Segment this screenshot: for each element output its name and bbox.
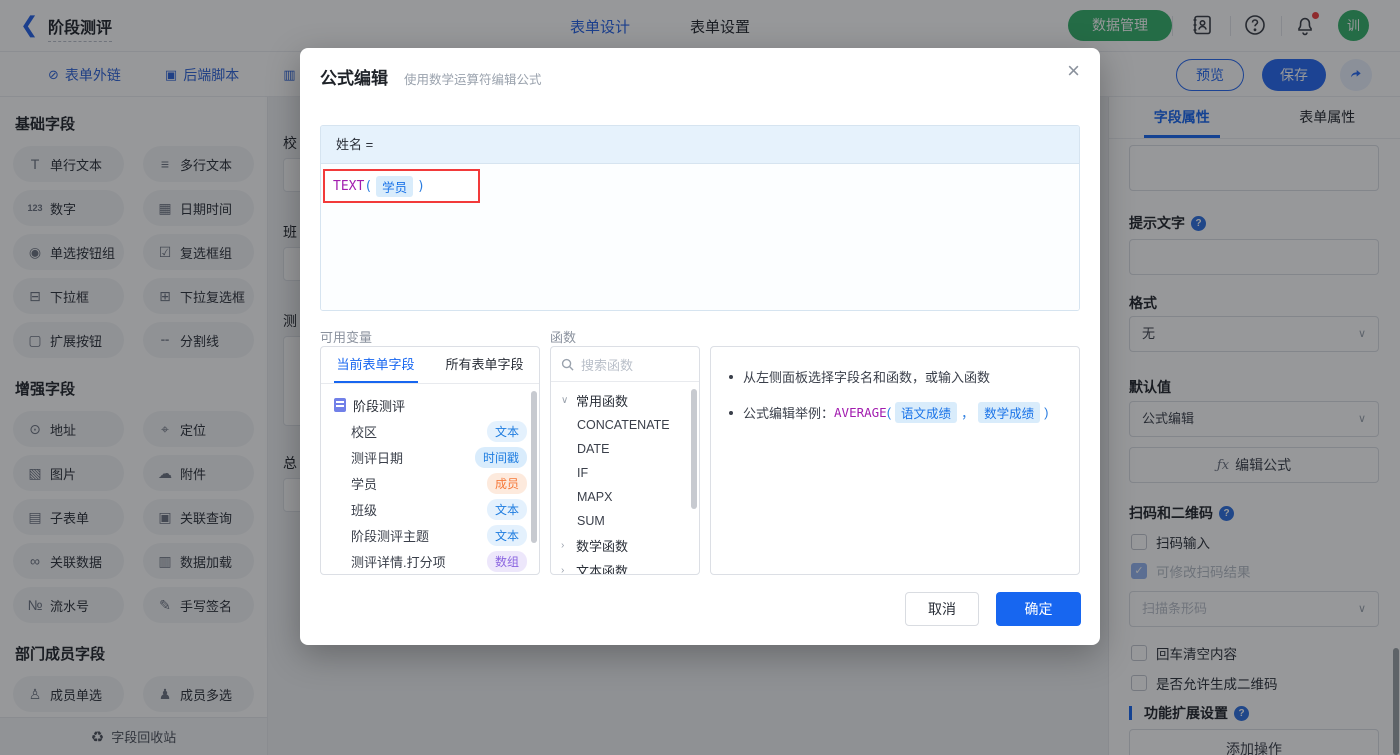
variable-type-badge: 文本 — [486, 420, 527, 442]
function-group-文本函数[interactable]: › 文本函数 — [551, 558, 699, 575]
caret-right-icon: › — [561, 540, 565, 551]
caret-right-icon: › — [561, 565, 565, 575]
variable-type-badge: 数组 — [486, 550, 527, 572]
help-line-1: 从左侧面板选择字段名和函数，或输入函数 — [729, 367, 1061, 386]
variable-item-校区[interactable]: 校区 文本 — [321, 418, 539, 444]
variable-root-label: 阶段测评 — [353, 398, 406, 414]
modal-subtitle: 使用数学运算符编辑公式 — [404, 73, 542, 87]
caret-down-icon: ∨ — [561, 395, 569, 406]
variable-root-node[interactable]: 阶段测评 — [321, 392, 539, 418]
variable-name: 学员 — [351, 476, 378, 492]
functions-box: 搜索函数 ∨ 常用函数 CONCATENATE DATE IF MAPX SUM › 数学函数 ›… — [550, 346, 700, 575]
variable-name: 测评详情.打分项 — [351, 554, 446, 570]
function-search-input[interactable]: 搜索函数 — [551, 347, 699, 382]
search-icon — [561, 358, 574, 371]
formula-help-box: 从左侧面板选择字段名和函数，或输入函数 公式编辑举例： AVERAGE(语文成绩… — [710, 346, 1080, 575]
formula-input-area[interactable]: TEXT(学员) — [321, 164, 1079, 310]
form-doc-icon — [334, 398, 346, 412]
variable-name: 校区 — [351, 424, 378, 440]
bullet-icon — [729, 410, 733, 415]
variable-name: 阶段测评主题 — [351, 528, 430, 544]
search-placeholder: 搜索函数 — [581, 357, 634, 373]
function-group-label: 数学函数 — [576, 539, 629, 554]
function-item-DATE[interactable]: DATE — [551, 437, 699, 461]
function-group-数学函数[interactable]: › 数学函数 — [551, 533, 699, 558]
app-root: ❮ 阶段测评 表单设计表单设置 数据管理 训 ⊘表单外链▣后端脚本▥数据权 预览… — [0, 0, 1400, 755]
variables-scrollbar[interactable] — [531, 391, 537, 543]
variable-type-badge: 成员 — [486, 472, 527, 494]
field-chip: 学员 — [376, 175, 414, 197]
variable-type-badge: 文本 — [486, 498, 527, 520]
formula-function: TEXT — [333, 178, 365, 194]
variables-tabs: 当前表单字段 所有表单字段 — [321, 347, 539, 384]
functions-label: 函数 — [550, 330, 577, 345]
variables-label: 可用变量 — [320, 330, 373, 345]
variable-item-测评详情.打分项[interactable]: 测评详情.打分项 数组 — [321, 548, 539, 574]
formula-target-label: 姓名 = — [321, 126, 1079, 164]
function-item-MAPX[interactable]: MAPX — [551, 485, 699, 509]
variables-tab-all[interactable]: 所有表单字段 — [430, 347, 539, 383]
variable-type-badge: 时间戳 — [474, 446, 527, 468]
variable-item-学员[interactable]: 学员 成员 — [321, 470, 539, 496]
function-group-label: 文本函数 — [576, 564, 629, 575]
function-item-CONCATENATE[interactable]: CONCATENATE — [551, 413, 699, 437]
variables-tab-current[interactable]: 当前表单字段 — [321, 347, 430, 383]
variable-name: 测评日期 — [351, 450, 404, 466]
help-line-2: 公式编辑举例： AVERAGE(语文成绩，数学成绩) — [729, 402, 1061, 423]
formula-editor-modal: 公式编辑 使用数学运算符编辑公式 × 姓名 = TEXT(学员) 可用变量 当前… — [300, 48, 1100, 645]
confirm-button[interactable]: 确定 — [996, 592, 1081, 626]
function-group-label: 常用函数 — [576, 394, 629, 409]
variable-item-阶段测评主题[interactable]: 阶段测评主题 文本 — [321, 522, 539, 548]
function-item-SUM[interactable]: SUM — [551, 509, 699, 533]
variable-item-测评日期[interactable]: 测评日期 时间戳 — [321, 444, 539, 470]
variables-box: 当前表单字段 所有表单字段 阶段测评 校区 文本 测评日期 时间戳 学员 成员 班级 文本 阶段测评… — [320, 346, 540, 575]
variable-name: 班级 — [351, 502, 378, 518]
variable-item-班级[interactable]: 班级 文本 — [321, 496, 539, 522]
formula-error-highlight: TEXT(学员) — [323, 169, 480, 203]
cancel-button[interactable]: 取消 — [905, 592, 979, 626]
variable-type-badge: 文本 — [486, 524, 527, 546]
modal-title: 公式编辑 — [320, 69, 388, 88]
functions-scrollbar[interactable] — [691, 389, 697, 509]
bullet-icon — [729, 374, 733, 379]
function-item-IF[interactable]: IF — [551, 461, 699, 485]
formula-editor-box: 姓名 = TEXT(学员) — [320, 125, 1080, 311]
close-icon[interactable]: × — [1067, 60, 1080, 82]
function-group-常用函数[interactable]: ∨ 常用函数 — [551, 388, 699, 413]
